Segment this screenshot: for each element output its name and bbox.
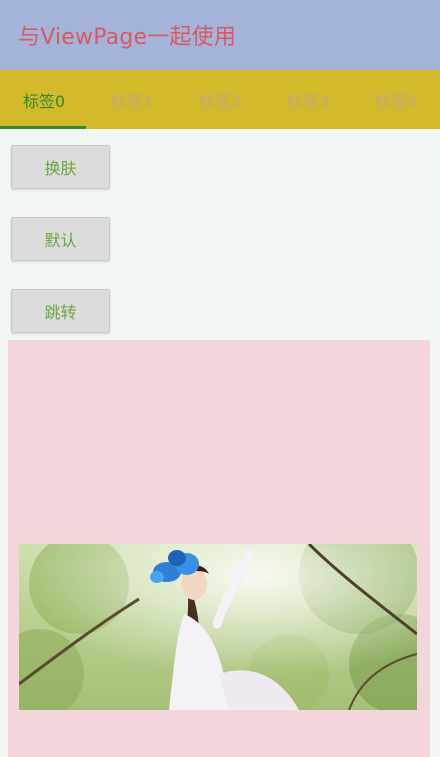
tab-label: 标签3 [286,91,330,111]
tab-label: 标签0 [22,91,66,111]
tab-2[interactable]: 标签2 [176,70,264,129]
jump-button[interactable]: 跳转 [11,289,110,333]
app-bar-title: 与ViewPage一起使用 [18,25,237,50]
app-bar: 与ViewPage一起使用 [0,0,440,70]
tab-3[interactable]: 标签3 [264,70,352,129]
tab-label: 标签1 [110,91,154,111]
tab-bar: 标签0 标签1 标签2 标签3 标签4 [0,70,440,129]
tab-label: 标签4 [374,91,418,111]
tab-0[interactable]: 标签0 [0,70,88,129]
tab-label: 标签2 [198,91,242,111]
skin-button[interactable]: 换肤 [11,145,110,189]
content-panel [8,340,430,757]
tab-4[interactable]: 标签4 [352,70,440,129]
tab-1[interactable]: 标签1 [88,70,176,129]
default-button[interactable]: 默认 [11,217,110,261]
banner-image [19,544,417,710]
tab-indicator [0,126,86,129]
